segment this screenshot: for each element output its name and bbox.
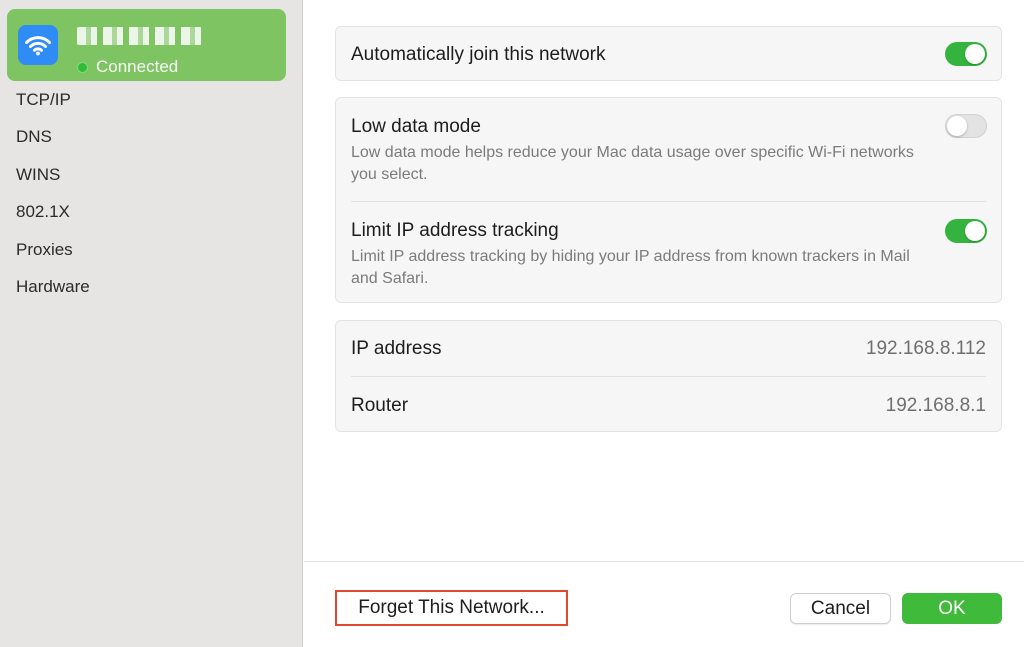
status-text: Connected — [96, 57, 179, 76]
sidebar-item-8021x[interactable]: 802.1X — [16, 200, 90, 237]
low-data-label: Low data mode — [351, 116, 481, 137]
forget-network-button[interactable]: Forget This Network... — [335, 590, 568, 626]
router-label: Router — [351, 395, 409, 416]
status-dot-icon — [77, 61, 88, 73]
cancel-button[interactable]: Cancel — [790, 593, 891, 624]
wifi-icon — [18, 25, 58, 65]
settings-pane: Automatically join this network Low data… — [304, 0, 1024, 647]
sidebar-item-wins[interactable]: WINS — [16, 163, 90, 200]
toggle-knob — [965, 221, 985, 241]
router-row: Router 192.168.8.1 — [336, 377, 1001, 433]
low-data-row: Low data mode Low data mode helps reduce… — [336, 98, 1001, 202]
router-value: 192.168.8.1 — [885, 395, 986, 416]
auto-join-label: Automatically join this network — [351, 44, 606, 65]
limit-ip-row: Limit IP address tracking Limit IP addre… — [336, 202, 1001, 304]
auto-join-row: Automatically join this network — [336, 27, 1001, 82]
address-panel: IP address 192.168.8.112 Router 192.168.… — [335, 320, 1002, 432]
low-data-description: Low data mode helps reduce your Mac data… — [351, 144, 914, 183]
sidebar-item-hardware[interactable]: Hardware — [16, 275, 90, 312]
toggle-knob — [965, 44, 985, 64]
connection-status: Connected — [77, 57, 178, 77]
ok-button[interactable]: OK — [902, 593, 1002, 624]
footer-divider — [304, 561, 1024, 562]
sidebar-item-tcpip[interactable]: TCP/IP — [16, 88, 90, 125]
sidebar-nav: TCP/IP DNS WINS 802.1X Proxies Hardware — [16, 88, 90, 312]
auto-join-panel: Automatically join this network — [335, 26, 1002, 81]
network-card[interactable]: Connected — [7, 9, 286, 81]
auto-join-toggle[interactable] — [945, 42, 987, 66]
sidebar-item-proxies[interactable]: Proxies — [16, 238, 90, 275]
low-data-toggle[interactable] — [945, 114, 987, 138]
limit-ip-description: Limit IP address tracking by hiding your… — [351, 248, 910, 287]
ip-address-value: 192.168.8.112 — [865, 338, 986, 359]
limit-ip-toggle[interactable] — [945, 219, 987, 243]
toggle-knob — [947, 116, 967, 136]
sidebar: Connected TCP/IP DNS WINS 802.1X Proxies… — [0, 0, 303, 647]
ip-address-label: IP address — [351, 338, 442, 359]
privacy-panel: Low data mode Low data mode helps reduce… — [335, 97, 1002, 303]
limit-ip-label: Limit IP address tracking — [351, 220, 559, 241]
sidebar-item-dns[interactable]: DNS — [16, 125, 90, 162]
network-name-redacted — [77, 27, 207, 45]
ip-address-row: IP address 192.168.8.112 — [336, 321, 1001, 377]
